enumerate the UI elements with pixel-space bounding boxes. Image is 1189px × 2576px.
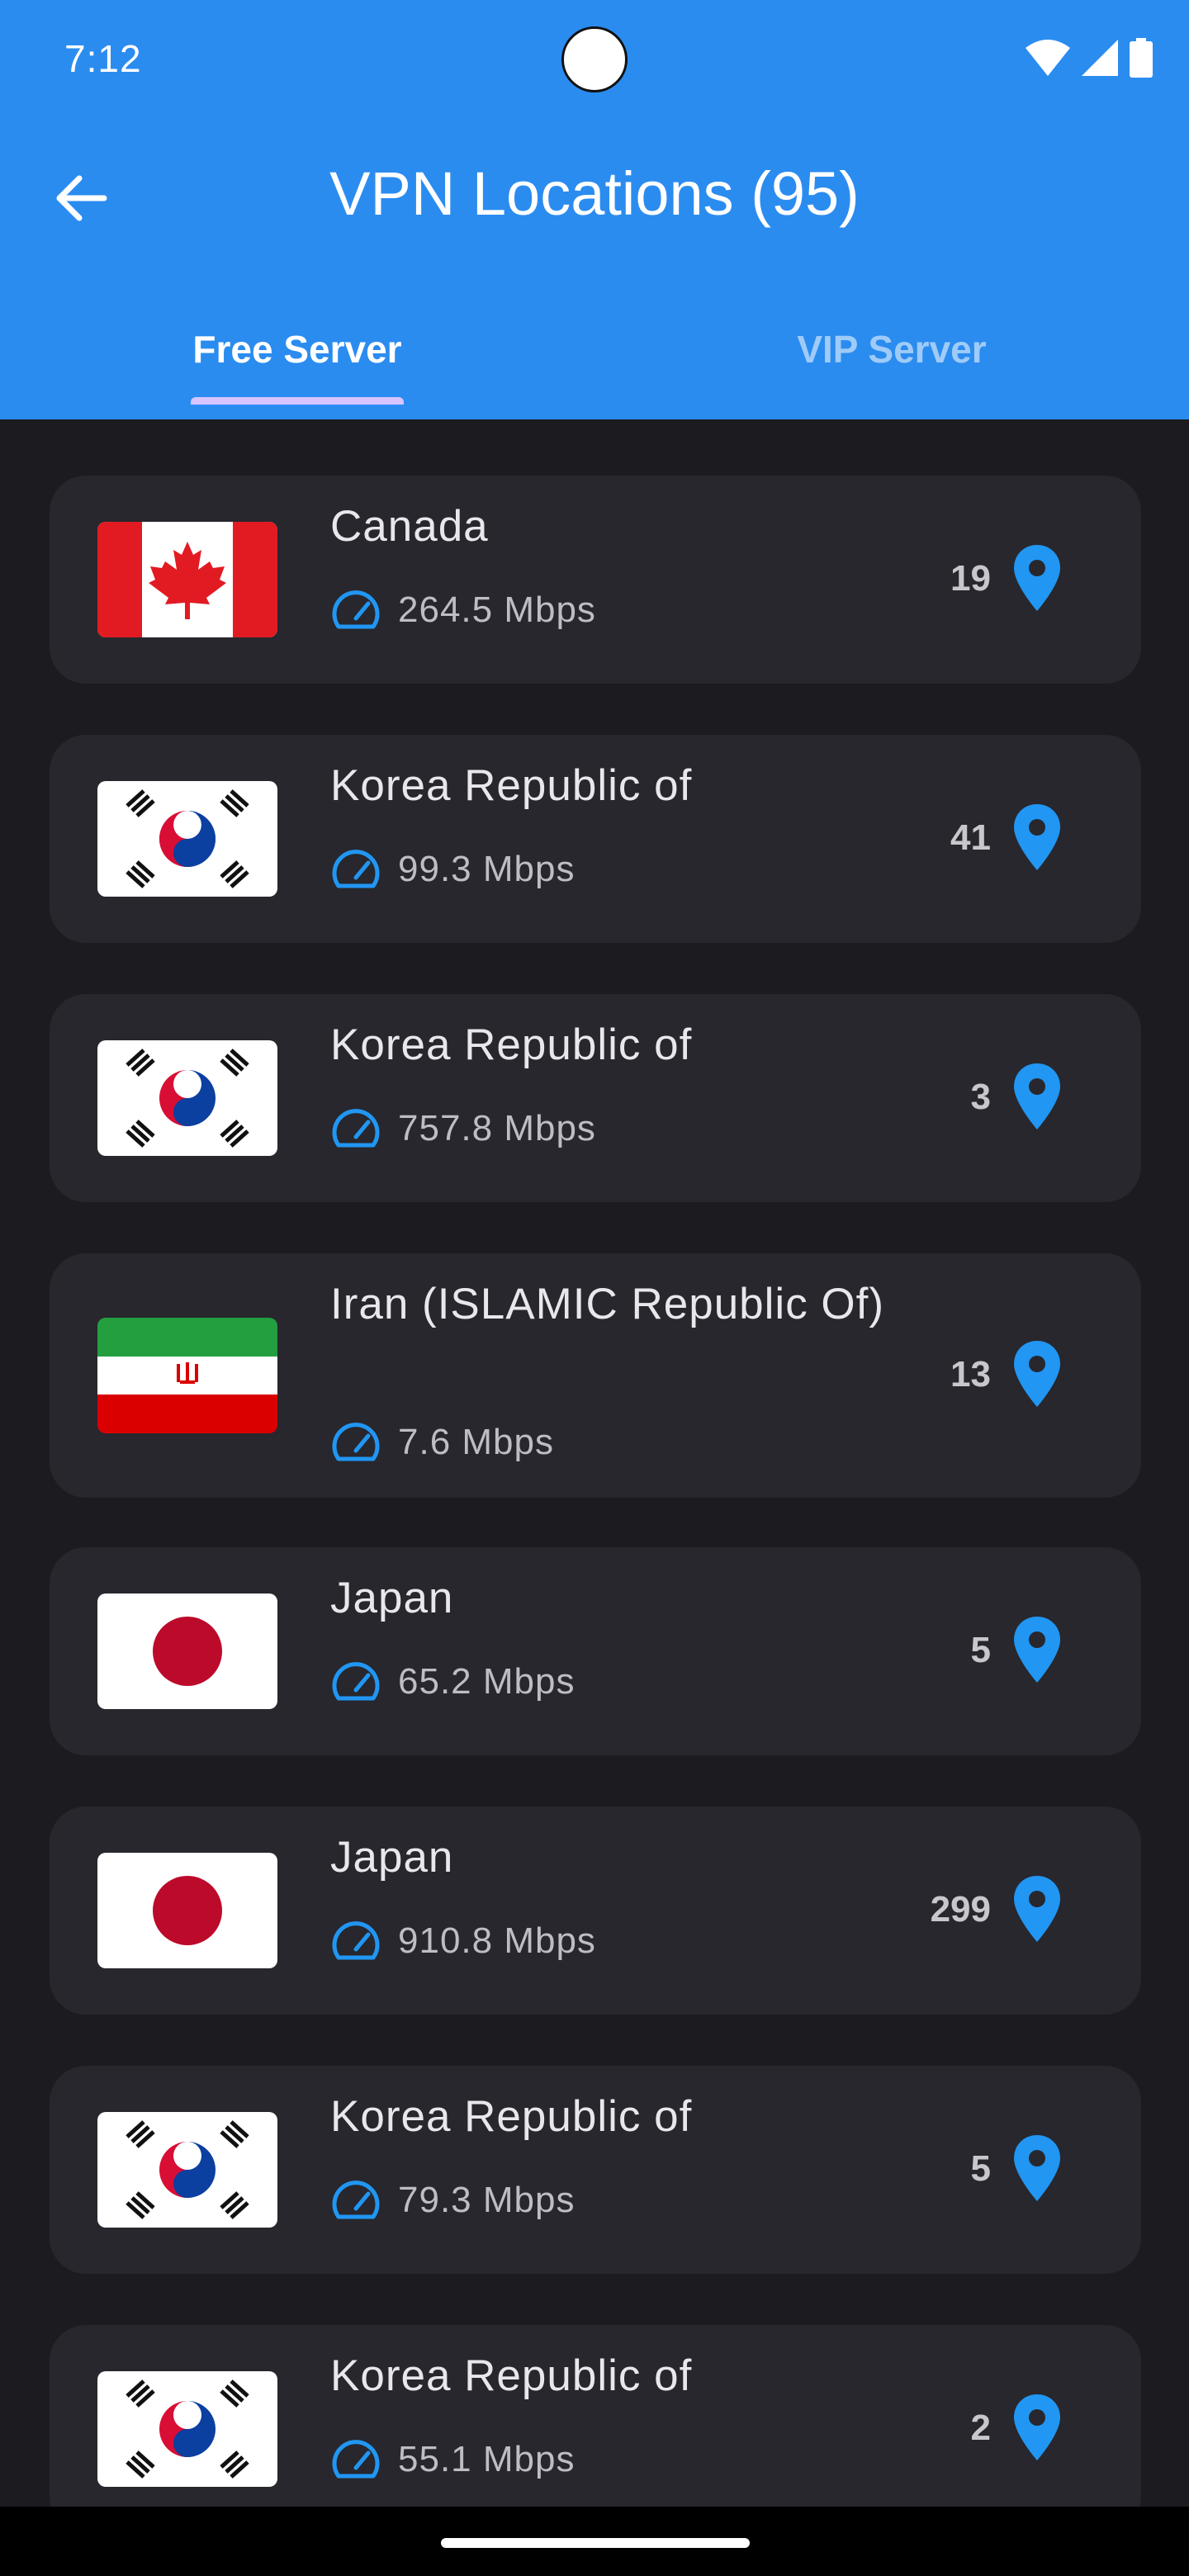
country-name: Korea Republic of xyxy=(330,2351,693,2400)
speed-label: 910.8 Mbps xyxy=(398,1920,596,1961)
server-count: 3 xyxy=(970,1077,991,1117)
speed-row: 79.3 Mbps xyxy=(330,2180,575,2221)
speedometer-icon xyxy=(330,1662,381,1702)
screen: 7:12 VPN Locations (95) Free Server VIP … xyxy=(0,0,1189,2576)
japan-flag xyxy=(97,1853,277,1968)
speed-label: 99.3 Mbps xyxy=(398,849,576,889)
japan-flag xyxy=(97,1593,277,1709)
server-card[interactable]: Korea Republic of 55.1 Mbps 2 xyxy=(50,2325,1141,2507)
tab-indicator xyxy=(191,397,404,405)
camera-cutout xyxy=(561,26,628,92)
tab-vip-server[interactable]: VIP Server xyxy=(594,297,1189,419)
server-count: 5 xyxy=(970,2148,991,2189)
server-count: 19 xyxy=(950,558,991,599)
country-name: Korea Republic of xyxy=(330,2092,693,2141)
location-pin-icon xyxy=(1012,2394,1062,2460)
battery-icon xyxy=(1130,38,1153,82)
speed-row: 7.6 Mbps xyxy=(330,1422,554,1463)
server-list[interactable]: Canada 264.5 Mbps 19 Korea Republic of 9… xyxy=(0,419,1189,2507)
canada-flag xyxy=(97,522,277,637)
header: 7:12 VPN Locations (95) Free Server VIP … xyxy=(0,0,1189,419)
back-button[interactable] xyxy=(46,165,116,234)
server-count: 41 xyxy=(950,817,991,858)
server-card[interactable]: Japan 65.2 Mbps 5 xyxy=(50,1547,1141,1755)
speedometer-icon xyxy=(330,1423,381,1462)
app-bar: VPN Locations (95) xyxy=(0,140,1189,256)
server-count: 2 xyxy=(970,2408,991,2448)
location-pin-icon xyxy=(1012,1876,1062,1942)
country-name: Korea Republic of xyxy=(330,1020,693,1069)
country-name: Japan xyxy=(330,1574,454,1622)
server-count: 13 xyxy=(950,1354,991,1395)
wifi-icon xyxy=(1026,40,1070,80)
location-pin-icon xyxy=(1012,1617,1062,1683)
tab-free-server-text: Free Server xyxy=(192,328,402,371)
server-count: 5 xyxy=(970,1630,991,1670)
location-pin-icon xyxy=(1012,1063,1062,1129)
speedometer-icon xyxy=(330,1921,381,1961)
signal-icon xyxy=(1082,40,1118,80)
speedometer-icon xyxy=(330,2440,381,2479)
tab-bar: Free Server VIP Server xyxy=(0,297,1189,419)
speedometer-icon xyxy=(330,1109,381,1148)
location-pin-icon xyxy=(1012,1341,1062,1407)
speed-row: 264.5 Mbps xyxy=(330,590,596,631)
server-card[interactable]: Canada 264.5 Mbps 19 xyxy=(50,476,1141,684)
location-pin-icon xyxy=(1012,804,1062,870)
country-name: Korea Republic of xyxy=(330,761,693,810)
iran-flag xyxy=(97,1318,277,1433)
south-korea-flag xyxy=(97,1040,277,1156)
server-card[interactable]: Korea Republic of 99.3 Mbps 41 xyxy=(50,735,1141,943)
speed-row: 99.3 Mbps xyxy=(330,849,575,890)
speedometer-icon xyxy=(330,850,381,889)
south-korea-flag xyxy=(97,2112,277,2228)
location-pin-icon xyxy=(1012,2135,1062,2201)
speedometer-icon xyxy=(330,2181,381,2220)
server-count: 299 xyxy=(930,1889,991,1930)
speed-label: 7.6 Mbps xyxy=(398,1422,554,1462)
location-pin-icon xyxy=(1012,545,1062,611)
speed-label: 65.2 Mbps xyxy=(398,1661,576,1702)
navigation-bar xyxy=(0,2507,1189,2576)
south-korea-flag xyxy=(97,2371,277,2487)
status-bar: 7:12 xyxy=(0,0,1189,124)
server-card[interactable]: Japan 910.8 Mbps 299 xyxy=(50,1807,1141,2015)
server-card[interactable]: Iran (ISLAMIC Republic Of) 7.6 Mbps 13 xyxy=(50,1253,1141,1498)
speedometer-icon xyxy=(330,590,381,630)
speed-row: 55.1 Mbps xyxy=(330,2439,575,2480)
tab-free-server[interactable]: Free Server xyxy=(0,297,594,419)
country-name: Canada xyxy=(330,502,489,551)
speed-row: 757.8 Mbps xyxy=(330,1108,596,1149)
tab-free-server-label: Free Server xyxy=(191,327,404,405)
speed-label: 757.8 Mbps xyxy=(398,1108,596,1148)
country-name: Iran (ISLAMIC Republic Of) xyxy=(330,1280,885,1328)
status-time: 7:12 xyxy=(64,37,142,80)
country-name: Japan xyxy=(330,1833,454,1882)
south-korea-flag xyxy=(97,781,277,897)
status-icons xyxy=(1026,38,1153,82)
speed-label: 79.3 Mbps xyxy=(398,2180,576,2220)
speed-row: 910.8 Mbps xyxy=(330,1920,596,1962)
speed-label: 55.1 Mbps xyxy=(398,2439,576,2479)
arrow-left-icon xyxy=(54,175,107,225)
server-card[interactable]: Korea Republic of 79.3 Mbps 5 xyxy=(50,2066,1141,2274)
server-card[interactable]: Korea Republic of 757.8 Mbps 3 xyxy=(50,994,1141,1202)
home-indicator[interactable] xyxy=(441,2538,750,2548)
page-title: VPN Locations (95) xyxy=(329,159,860,228)
speed-row: 65.2 Mbps xyxy=(330,1661,575,1702)
speed-label: 264.5 Mbps xyxy=(398,590,596,630)
tab-vip-server-label: VIP Server xyxy=(797,328,987,371)
